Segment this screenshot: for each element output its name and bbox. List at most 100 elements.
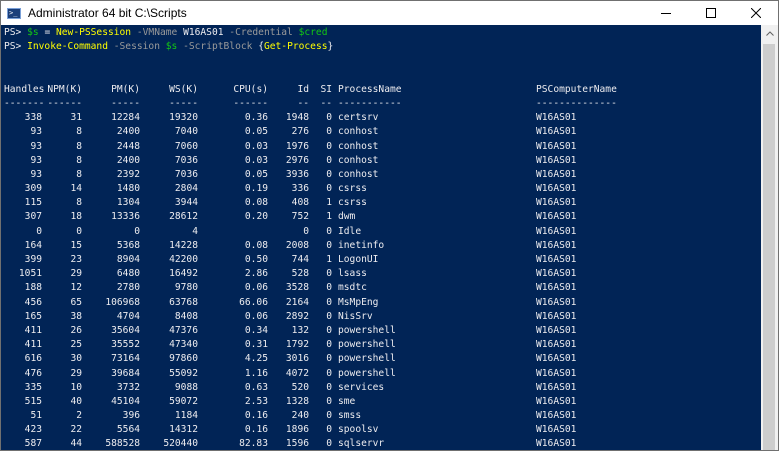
cell-ws: 47376	[169, 324, 198, 336]
cell-process-name: dwm	[338, 211, 356, 223]
cell-pm: 1480	[116, 183, 140, 195]
cell-npm: 10	[70, 381, 82, 393]
cell-cpu: 0.36	[244, 112, 268, 124]
cell-npm: 8	[76, 154, 82, 166]
table-row: 93 8 2400 7036 0.03 2976 0 conhost W16AS01	[4, 154, 763, 168]
cell-ws: 63768	[169, 296, 198, 308]
table-row: 423 22 5564 14312 0.16 1896 0 spoolsv W16AS01	[4, 423, 763, 437]
cell-ps-computer-name: W16AS01	[536, 424, 577, 436]
cell-si: 0	[326, 268, 332, 280]
header-id: Id	[297, 83, 309, 95]
cell-process-name: services	[338, 381, 385, 393]
cell-ps-computer-name: W16AS01	[536, 410, 577, 422]
cell-cpu: 0.50	[244, 254, 268, 265]
cell-id: 752	[291, 211, 309, 223]
cell-si: 0	[326, 339, 332, 351]
minimize-button[interactable]	[643, 1, 688, 25]
cell-handles: 411	[24, 324, 42, 336]
cell-si: 0	[326, 154, 332, 166]
cell-process-name: LogonUI	[338, 254, 379, 265]
table-body: 338 31 12284 19320 0.36 1948 0 certsrv W16AS01 93…	[4, 111, 763, 450]
cell-ws: 16492	[169, 268, 198, 280]
cell-ws: 14228	[169, 239, 198, 251]
cell-cpu: 0.20	[244, 211, 268, 223]
cell-pm: 2448	[116, 140, 140, 152]
cell-process-name: powershell	[338, 324, 396, 336]
cell-cpu: 2.53	[244, 395, 268, 407]
cell-handles: 476	[24, 367, 42, 379]
cmd-token: -ScriptBlock	[177, 41, 259, 53]
cell-ws: 1184	[174, 410, 198, 422]
cell-ws: 19320	[169, 112, 198, 124]
cell-handles: 338	[24, 112, 42, 124]
table-row: 188 12 2780 9780 0.06 3528 0 msdtc W16AS01	[4, 281, 763, 295]
cell-ws: 520440	[163, 438, 198, 450]
cell-handles: 93	[30, 140, 42, 152]
scroll-up-button[interactable]	[761, 25, 778, 42]
table-row: 587 44 588528 520440 82.83 1596 0 sqlservr W16AS…	[4, 437, 763, 450]
cell-process-name: sme	[338, 395, 356, 407]
cell-pm: 73164	[111, 353, 140, 365]
cell-si: 0	[326, 395, 332, 407]
underline-pm: -----	[111, 97, 140, 109]
cell-pm: 3732	[116, 381, 140, 393]
cell-si: 0	[326, 112, 332, 124]
cmd-token: New-PSSession	[56, 27, 132, 38]
cell-cpu: 0.05	[244, 168, 268, 180]
cell-cpu: 0.16	[244, 424, 268, 436]
cell-process-name: spoolsv	[338, 424, 379, 436]
cell-id: 1948	[285, 112, 309, 124]
cell-si: 0	[326, 410, 332, 422]
table-row: 616 30 73164 97860 4.25 3016 0 powershell W16AS0…	[4, 352, 763, 366]
prompt: PS>	[4, 27, 28, 38]
cell-process-name: certsrv	[338, 112, 379, 124]
cell-id: 276	[291, 126, 309, 138]
cell-process-name: msdtc	[338, 282, 367, 294]
scrollbar-thumb[interactable]	[763, 44, 775, 450]
cell-pm: 45104	[111, 395, 140, 407]
cell-id: 520	[291, 381, 309, 393]
cell-si: 0	[326, 239, 332, 251]
powershell-app-icon[interactable]: >_	[7, 7, 21, 19]
cell-si: 0	[326, 424, 332, 436]
cmd-token: -Session	[107, 41, 166, 53]
cell-process-name: Idle	[338, 225, 362, 237]
table-row: 164 15 5368 14228 0.08 2008 0 inetinfo W16AS01	[4, 239, 763, 253]
underline-handles: -------	[4, 97, 45, 109]
cell-ws: 28612	[169, 211, 198, 223]
title-bar[interactable]: >_ Administrator 64 bit C:\Scripts	[1, 1, 778, 25]
table-row: 309 14 1480 2804 0.19 336 0 csrss W16AS01	[4, 182, 763, 196]
cell-npm: 65	[70, 296, 82, 308]
cell-process-name: MsMpEng	[338, 296, 379, 308]
vertical-scrollbar[interactable]	[761, 25, 778, 450]
cell-si: 1	[326, 211, 332, 223]
console-output[interactable]: PS> $s = New-PSSession -VMName W16AS01 -…	[1, 25, 763, 450]
cell-si: 0	[326, 126, 332, 138]
cell-npm: 8	[76, 140, 82, 152]
table-row: 338 31 12284 19320 0.36 1948 0 certsrv W16AS01	[4, 111, 763, 125]
cell-ws: 2804	[174, 183, 198, 195]
cell-ps-computer-name: W16AS01	[536, 282, 577, 294]
cell-pm: 6480	[116, 268, 140, 280]
cell-process-name: conhost	[338, 168, 379, 180]
cell-ps-computer-name: W16AS01	[536, 211, 577, 223]
cmd-token: $s	[165, 41, 178, 53]
cell-handles: 307	[24, 211, 42, 223]
cell-cpu: 0.06	[244, 282, 268, 294]
cell-handles: 93	[30, 154, 42, 166]
table-row: 115 8 1304 3944 0.08 408 1 csrss W16AS01	[4, 196, 763, 210]
cell-id: 1792	[285, 339, 309, 351]
cell-npm: 38	[70, 310, 82, 322]
cell-id: 2976	[285, 154, 309, 166]
cell-process-name: sqlservr	[338, 438, 385, 450]
cell-cpu: 0.08	[244, 239, 268, 251]
close-button[interactable]	[733, 1, 778, 25]
cell-pm: 39684	[111, 367, 140, 379]
minimize-icon	[660, 13, 671, 14]
cmd-token: -VMName	[131, 27, 184, 38]
cell-ps-computer-name: W16AS01	[536, 197, 577, 209]
cell-ps-computer-name: W16AS01	[536, 296, 577, 308]
cell-pm: 12284	[111, 112, 140, 124]
maximize-button[interactable]	[688, 1, 733, 25]
cell-cpu: 0.03	[244, 140, 268, 152]
